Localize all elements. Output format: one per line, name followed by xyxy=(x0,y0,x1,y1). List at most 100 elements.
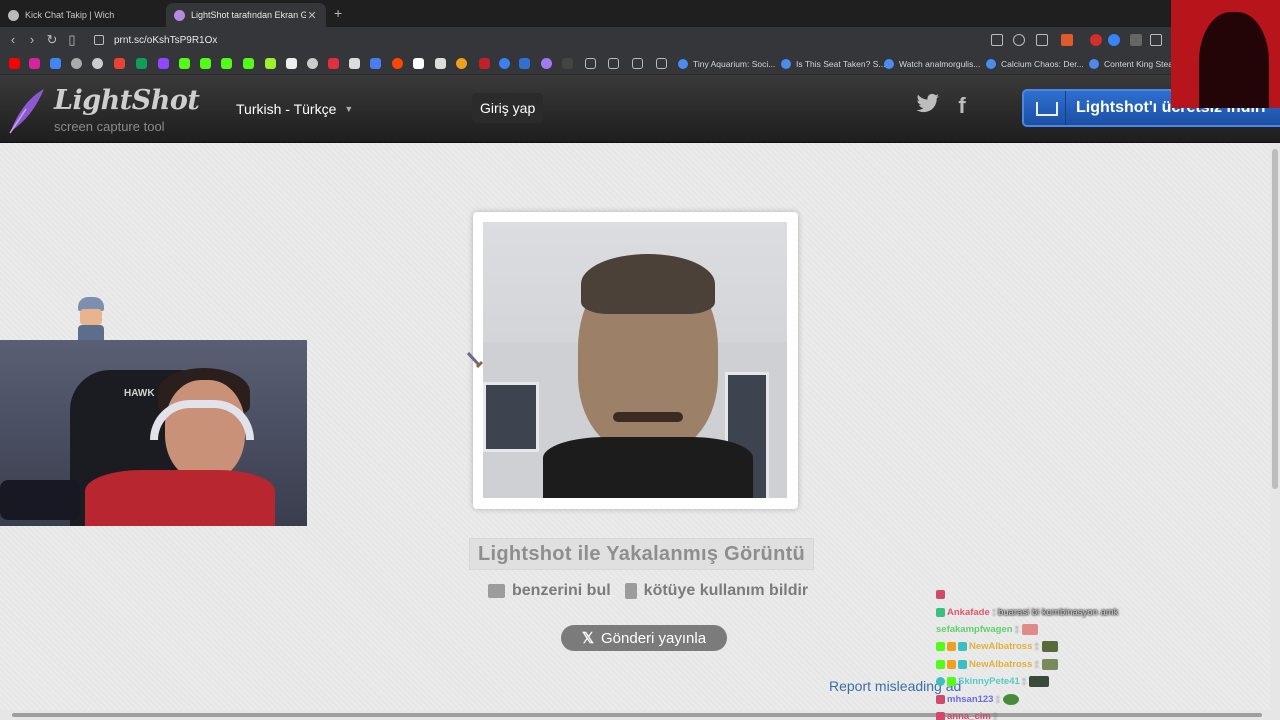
browser-tab-kick-chat[interactable]: Kick Chat Takip | Wich xyxy=(0,3,165,27)
chat-message: sefakampfwagen : xyxy=(936,621,1166,638)
browser-tab-lightshot[interactable]: LightShot tarafından Ekran Görü ✕ xyxy=(166,3,326,27)
reload-button[interactable]: ↻ xyxy=(44,32,60,48)
bookmark-item[interactable]: Tiny Aquarium: Soci... xyxy=(678,56,775,72)
chevron-down-icon: ▼ xyxy=(344,104,354,114)
facebook-icon[interactable]: f xyxy=(950,93,974,119)
back-button[interactable]: ‹ xyxy=(5,32,21,48)
youtube-icon[interactable] xyxy=(9,58,20,69)
badge-icon xyxy=(936,711,945,720)
site-info-icon[interactable] xyxy=(94,35,104,45)
site-icon[interactable] xyxy=(413,58,424,69)
login-button[interactable]: Giriş yap xyxy=(472,93,544,123)
badge-icon xyxy=(936,607,945,617)
reddit-icon[interactable] xyxy=(392,58,403,69)
post-button[interactable]: 𝕏 Gönderi yayınla xyxy=(561,625,727,651)
streamer-webcam: HAWK xyxy=(0,340,307,526)
folder-icon[interactable] xyxy=(585,58,596,69)
forward-button[interactable]: › xyxy=(24,32,40,48)
emote-icon xyxy=(1042,641,1058,653)
lightshot-logo[interactable]: LightShot screen capture tool xyxy=(6,83,200,137)
bookmark-item[interactable]: Watch analmorgulis... xyxy=(884,56,980,72)
site-icon[interactable] xyxy=(328,58,339,69)
ublock-icon[interactable] xyxy=(1090,34,1102,46)
brave-shields-icon[interactable] xyxy=(1061,34,1073,46)
address-bar[interactable]: prnt.sc/oKshTsP9R1Ox xyxy=(86,30,1171,50)
folder-icon[interactable] xyxy=(656,58,667,69)
cast-icon[interactable] xyxy=(991,34,1003,46)
extension-icon[interactable] xyxy=(1150,34,1162,46)
sword-cursor-icon xyxy=(467,352,483,369)
language-selector[interactable]: Turkish - Türkçe ▼ xyxy=(228,95,361,123)
steam-icon xyxy=(986,59,996,69)
site-icon[interactable] xyxy=(562,58,573,69)
site-icon[interactable] xyxy=(519,58,530,69)
emote-icon xyxy=(1042,658,1058,670)
report-abuse-link[interactable]: kötüye kullanım bildir xyxy=(644,582,808,600)
x-icon[interactable] xyxy=(349,58,360,69)
close-tab-icon[interactable]: ✕ xyxy=(306,9,318,22)
feather-icon xyxy=(9,89,44,134)
site-icon[interactable] xyxy=(456,58,467,69)
camera-icon[interactable] xyxy=(488,584,505,598)
folder-icon[interactable] xyxy=(608,58,619,69)
share-icon[interactable] xyxy=(1036,34,1048,46)
chat-message: SkinnyPete41 : xyxy=(936,673,1166,690)
bookmark-icon[interactable]: ▯ xyxy=(64,32,80,48)
browser-toolbar: ‹ › ↻ ▯ prnt.sc/oKshTsP9R1Ox xyxy=(0,27,1280,53)
drive-icon[interactable] xyxy=(136,58,147,69)
twitter-icon[interactable] xyxy=(916,93,940,119)
anchor-icon[interactable] xyxy=(286,58,297,69)
new-tab-button[interactable]: + xyxy=(334,5,342,21)
extension-icon[interactable] xyxy=(1130,34,1142,46)
clipboard-icon[interactable] xyxy=(624,583,637,599)
extension-icon[interactable] xyxy=(265,58,276,69)
bookmark-item[interactable]: Is This Seat Taken? S... xyxy=(781,56,885,72)
bookmark-item[interactable]: Calcium Chaos: Der... xyxy=(986,56,1084,72)
feather-icon xyxy=(174,9,185,21)
badge-icon xyxy=(936,642,945,652)
extension-icon[interactable] xyxy=(1108,34,1120,46)
corner-portrait-overlay xyxy=(1171,0,1280,108)
site-icon[interactable] xyxy=(541,58,552,69)
badge-icon xyxy=(947,677,956,687)
site-icon[interactable] xyxy=(479,58,490,69)
amazon-icon[interactable] xyxy=(435,58,446,69)
screenshot-frame xyxy=(473,212,798,509)
download-icon xyxy=(1024,91,1066,125)
scrollbar-thumb[interactable] xyxy=(1272,149,1278,489)
kick-icon[interactable] xyxy=(221,58,232,69)
screenshot-image[interactable] xyxy=(483,222,787,498)
gmail-icon[interactable] xyxy=(114,58,125,69)
bookmark-item[interactable]: Content King Steam xyxy=(1089,56,1180,72)
instagram-icon[interactable] xyxy=(29,58,40,69)
globe-icon[interactable] xyxy=(92,58,103,69)
browser-tabstrip: Kick Chat Takip | Wich LightShot tarafın… xyxy=(0,0,1280,27)
zoom-icon[interactable] xyxy=(1013,34,1025,46)
emote-icon xyxy=(1022,623,1039,635)
lightshot-header: LightShot screen capture tool Turkish - … xyxy=(0,75,1280,143)
vertical-scrollbar[interactable] xyxy=(1270,143,1280,710)
steam-icon xyxy=(781,59,791,69)
microphone xyxy=(0,480,80,520)
badge-icon xyxy=(958,642,967,652)
find-similar-link[interactable]: benzerini bul xyxy=(512,582,611,600)
chat-message: NewAlbatross : xyxy=(936,638,1166,655)
person-body xyxy=(543,437,753,498)
site-icon[interactable] xyxy=(370,58,381,69)
steam-icon xyxy=(1089,59,1099,69)
folder-icon[interactable] xyxy=(632,58,643,69)
image-actions: benzerini bul kötüye kullanım bildir xyxy=(488,582,808,600)
kick-icon[interactable] xyxy=(179,58,190,69)
site-icon[interactable] xyxy=(307,58,318,69)
chat-message: mhsan123 : xyxy=(936,690,1166,707)
twitch-icon[interactable] xyxy=(158,58,169,69)
globe-icon[interactable] xyxy=(71,58,82,69)
kick-icon[interactable] xyxy=(200,58,211,69)
emote-icon xyxy=(1029,676,1050,688)
chat-message xyxy=(936,586,1166,603)
tab-title: Kick Chat Takip | Wich xyxy=(25,10,115,20)
tab-title: LightShot tarafından Ekran Görü xyxy=(191,10,306,20)
kick-icon[interactable] xyxy=(243,58,254,69)
play-icon[interactable] xyxy=(499,58,510,69)
translate-icon[interactable] xyxy=(50,58,61,69)
